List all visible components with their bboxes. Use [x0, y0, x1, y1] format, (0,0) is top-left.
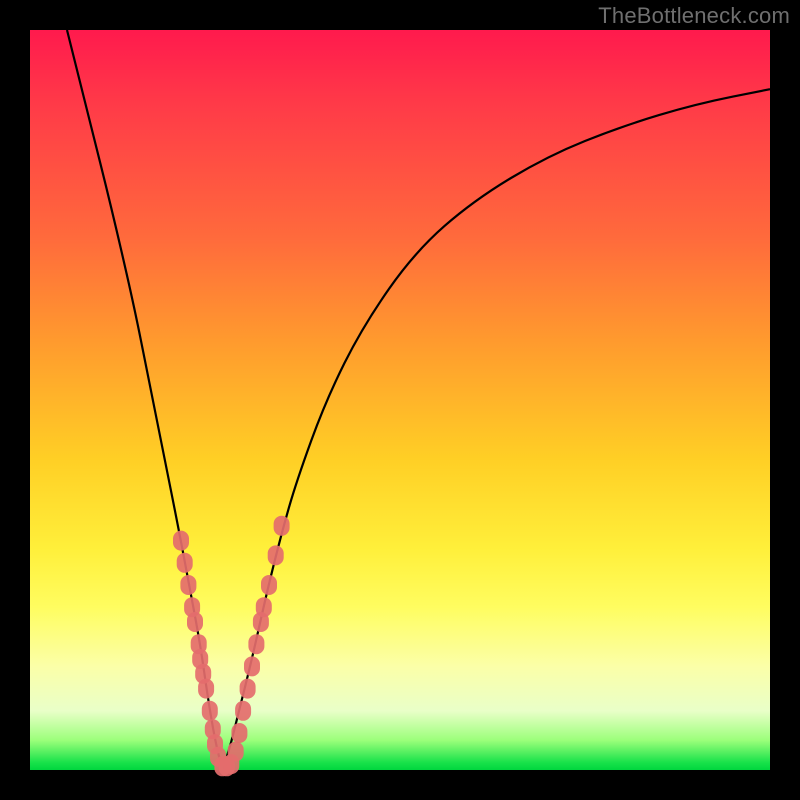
data-marker	[202, 701, 218, 721]
data-marker	[261, 575, 277, 595]
data-marker	[256, 597, 272, 617]
data-marker	[177, 553, 193, 573]
data-marker	[180, 575, 196, 595]
bottleneck-curve	[67, 30, 770, 764]
data-marker	[228, 742, 244, 762]
data-marker	[173, 531, 189, 551]
data-marker	[187, 612, 203, 632]
watermark-text: TheBottleneck.com	[598, 3, 790, 29]
data-marker	[274, 516, 290, 536]
data-marker	[268, 545, 284, 565]
plot-area	[30, 30, 770, 770]
data-marker	[235, 701, 251, 721]
chart-svg	[30, 30, 770, 770]
data-marker	[231, 723, 247, 743]
chart-frame: TheBottleneck.com	[0, 0, 800, 800]
data-marker	[240, 679, 256, 699]
data-marker	[198, 679, 214, 699]
data-marker	[248, 634, 264, 654]
data-marker	[244, 656, 260, 676]
